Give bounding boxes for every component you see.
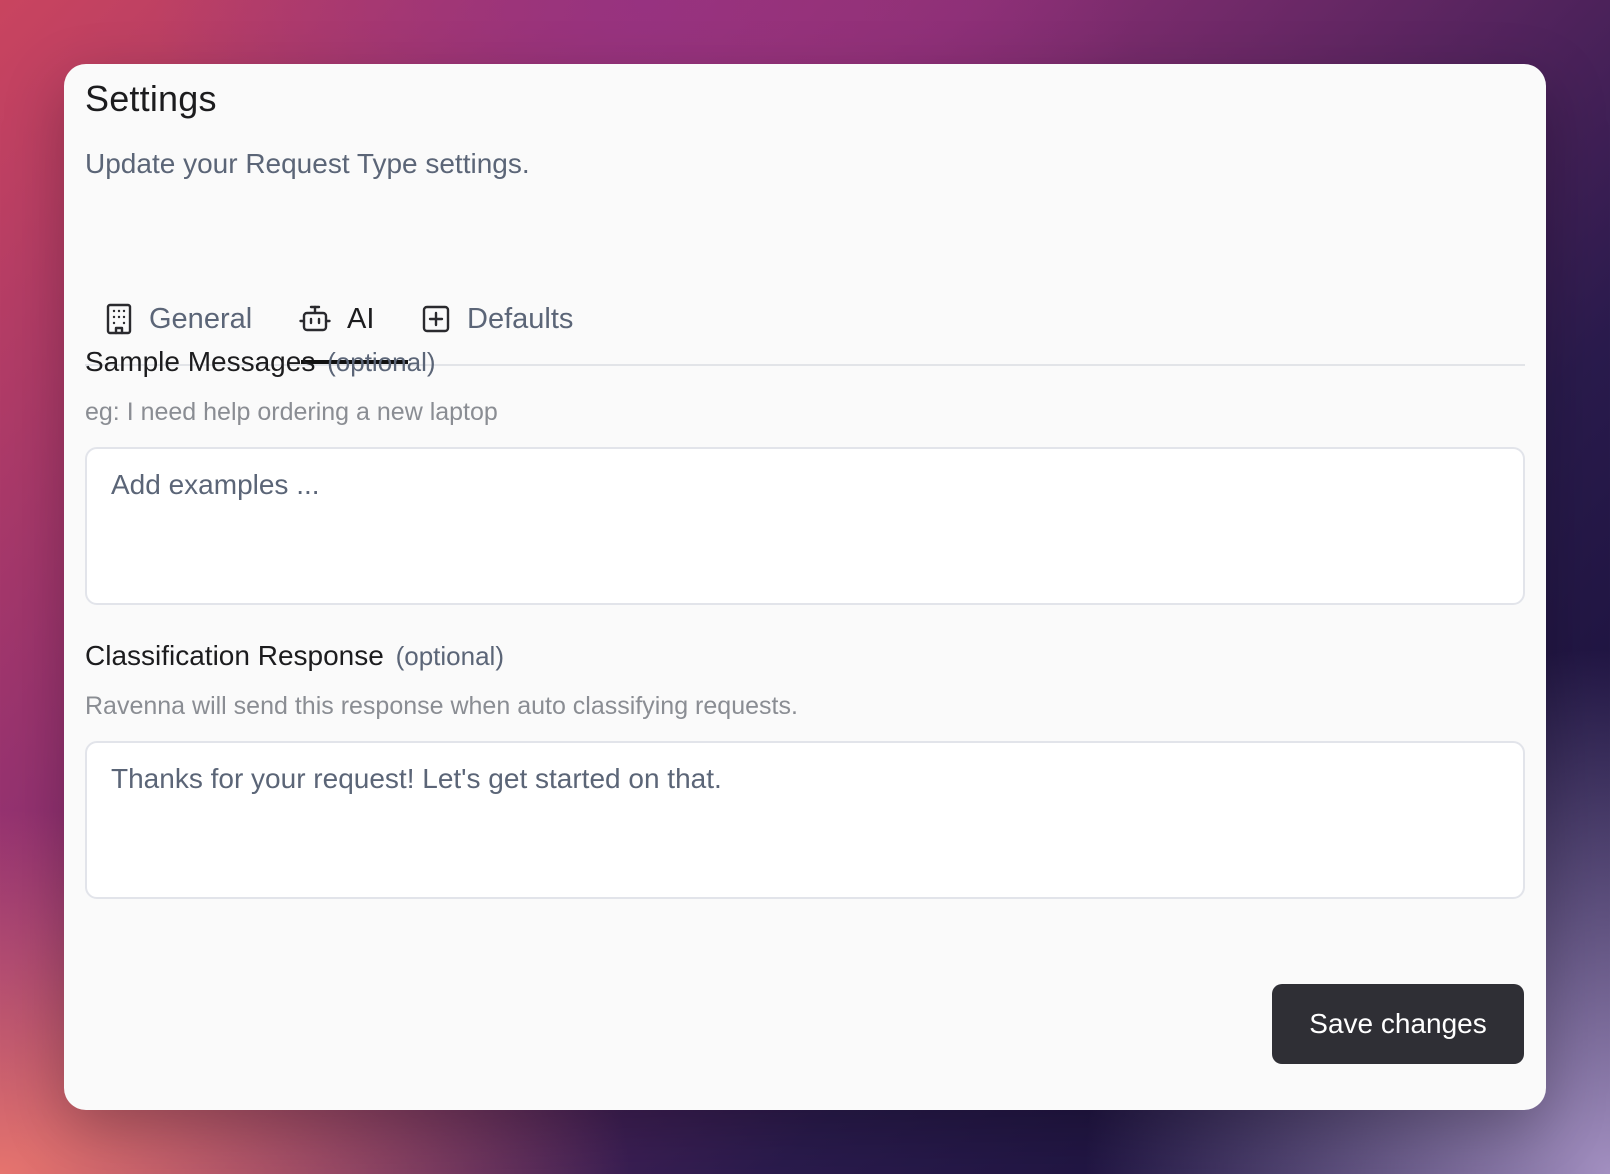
tab-defaults[interactable]: Defaults — [421, 274, 573, 364]
bot-icon — [299, 304, 331, 334]
classification-response-label: Classification Response (optional) — [85, 640, 504, 672]
classification-response-value: Thanks for your request! Let's get start… — [111, 763, 722, 794]
plus-square-icon — [421, 304, 451, 334]
sample-messages-help: eg: I need help ordering a new laptop — [85, 398, 498, 426]
classification-response-optional: (optional) — [395, 641, 504, 671]
dialog-subtitle: Update your Request Type settings. — [85, 148, 530, 179]
save-button[interactable]: Save changes — [1272, 984, 1524, 1064]
classification-response-field[interactable]: Thanks for your request! Let's get start… — [85, 741, 1525, 899]
classification-response-help: Ravenna will send this response when aut… — [85, 692, 798, 720]
classification-response-label-text: Classification Response — [85, 640, 384, 671]
tab-defaults-label: Defaults — [467, 302, 574, 335]
sample-messages-label-text: Sample Messages — [85, 346, 316, 377]
dialog-title: Settings — [85, 78, 217, 119]
settings-dialog: Settings Update your Request Type settin… — [64, 64, 1546, 1110]
sample-messages-label: Sample Messages (optional) — [85, 346, 436, 378]
tab-ai-label: AI — [347, 302, 375, 335]
sample-messages-field[interactable]: Add examples ... — [85, 447, 1525, 605]
building-icon — [105, 303, 133, 335]
sample-messages-placeholder: Add examples ... — [111, 469, 320, 500]
tab-general-label: General — [149, 302, 253, 335]
sample-messages-optional: (optional) — [327, 347, 436, 377]
